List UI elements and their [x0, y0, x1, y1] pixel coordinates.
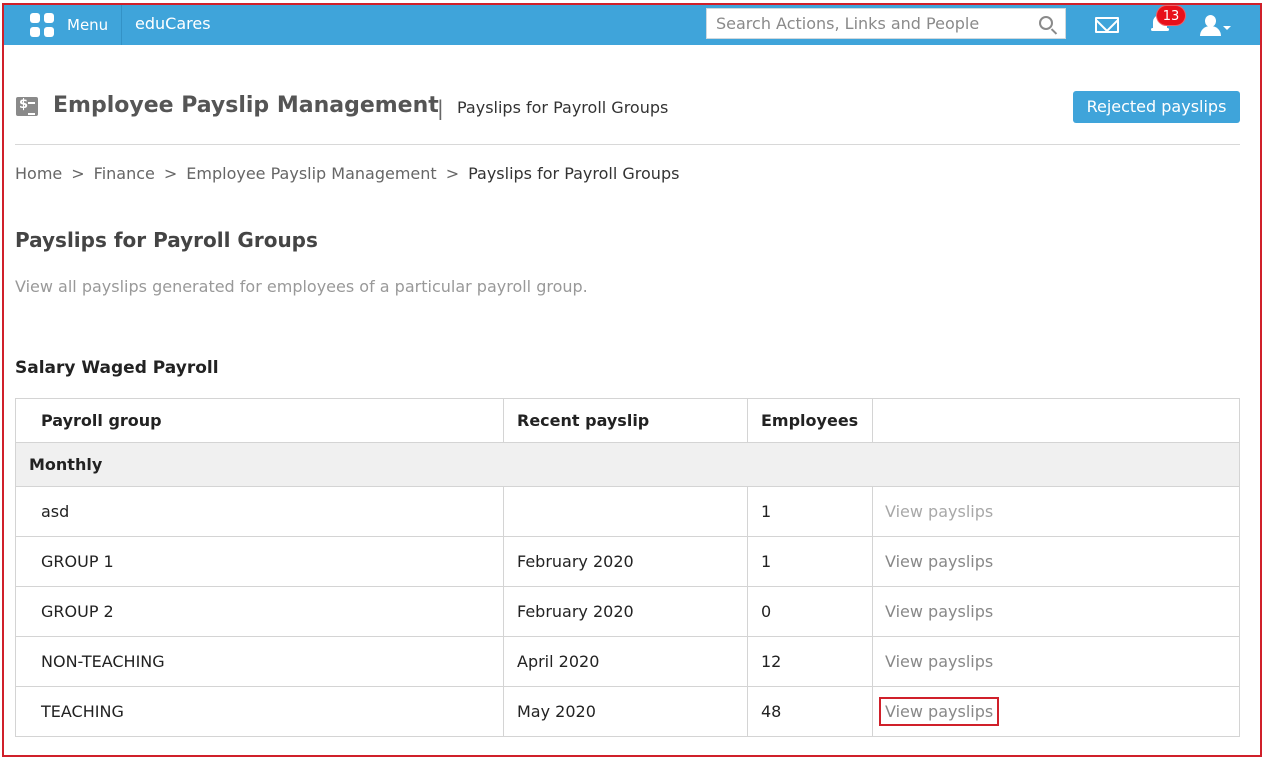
title-separator: | [437, 96, 444, 120]
menu-button[interactable]: Menu [16, 5, 122, 45]
breadcrumb-separator: > [445, 164, 460, 183]
section-description: View all payslips generated for employee… [15, 277, 588, 296]
payroll-group-name: TEACHING [15, 686, 504, 737]
table-row: GROUP 2 February 2020 0 View payslips [15, 586, 1240, 637]
employee-count: 1 [747, 536, 873, 587]
table-row: asd 1 View payslips [15, 486, 1240, 537]
navbar-divider [121, 5, 122, 45]
breadcrumb-payslip-management[interactable]: Employee Payslip Management [186, 164, 436, 183]
breadcrumb-home[interactable]: Home [15, 164, 62, 183]
chevron-down-icon[interactable] [1223, 26, 1231, 30]
view-payslips-link[interactable]: View payslips [885, 652, 993, 671]
view-payslips-link[interactable]: View payslips [885, 552, 993, 571]
column-header-actions [872, 398, 1240, 443]
breadcrumb-separator: > [71, 164, 85, 183]
payroll-groups-table: Payroll group Recent payslip Employees M… [15, 398, 1240, 737]
search-input[interactable] [707, 9, 1027, 38]
header-divider [15, 144, 1240, 145]
employee-count: 0 [747, 586, 873, 637]
group-label: Monthly [15, 442, 1240, 487]
action-cell: View payslips [872, 636, 1240, 687]
table-header-row: Payroll group Recent payslip Employees [15, 398, 1240, 443]
breadcrumb-current: Payslips for Payroll Groups [468, 164, 680, 183]
menu-label: Menu [67, 16, 109, 34]
breadcrumb-finance[interactable]: Finance [94, 164, 155, 183]
action-cell: View payslips [872, 486, 1240, 537]
recent-payslip: May 2020 [503, 686, 748, 737]
employee-count: 1 [747, 486, 873, 537]
payroll-group-name: GROUP 1 [15, 536, 504, 587]
action-cell: View payslips [872, 536, 1240, 587]
rejected-payslips-button[interactable]: Rejected payslips [1073, 91, 1240, 123]
recent-payslip: February 2020 [503, 586, 748, 637]
view-payslips-link[interactable]: View payslips [885, 502, 993, 521]
notification-badge[interactable]: 13 [1156, 5, 1186, 26]
payslip-icon [16, 97, 38, 116]
payroll-type-title: Salary Waged Payroll [15, 358, 219, 378]
recent-payslip: February 2020 [503, 536, 748, 587]
breadcrumb-separator: > [163, 164, 178, 183]
payroll-group-name: NON-TEACHING [15, 636, 504, 687]
group-row: Monthly [15, 442, 1240, 487]
user-icon[interactable] [1200, 15, 1222, 37]
section-title: Payslips for Payroll Groups [15, 228, 318, 252]
view-payslips-link[interactable]: View payslips [885, 602, 993, 621]
page-title: Employee Payslip Management [53, 93, 439, 118]
search-box [706, 8, 1066, 39]
column-header-recent-payslip: Recent payslip [503, 398, 748, 443]
page-subtitle: Payslips for Payroll Groups [457, 98, 669, 117]
brand-link[interactable]: eduCares [135, 5, 211, 45]
view-payslips-link-highlighted[interactable]: View payslips [879, 697, 1000, 726]
recent-payslip [503, 486, 748, 537]
table-row: GROUP 1 February 2020 1 View payslips [15, 536, 1240, 587]
action-cell: View payslips [872, 686, 1240, 737]
grid-icon [30, 13, 54, 37]
breadcrumb: Home > Finance > Employee Payslip Management… [15, 164, 679, 183]
column-header-payroll-group: Payroll group [15, 398, 504, 443]
table-row: NON-TEACHING April 2020 12 View payslips [15, 636, 1240, 687]
recent-payslip: April 2020 [503, 636, 748, 687]
payroll-group-name: GROUP 2 [15, 586, 504, 637]
search-icon[interactable] [1039, 16, 1053, 30]
column-header-employees: Employees [747, 398, 873, 443]
employee-count: 12 [747, 636, 873, 687]
payroll-group-name: asd [15, 486, 504, 537]
table-row: TEACHING May 2020 48 View payslips [15, 686, 1240, 737]
employee-count: 48 [747, 686, 873, 737]
top-navbar: Menu eduCares 13 [4, 5, 1260, 45]
action-cell: View payslips [872, 586, 1240, 637]
mail-icon[interactable] [1095, 17, 1119, 33]
